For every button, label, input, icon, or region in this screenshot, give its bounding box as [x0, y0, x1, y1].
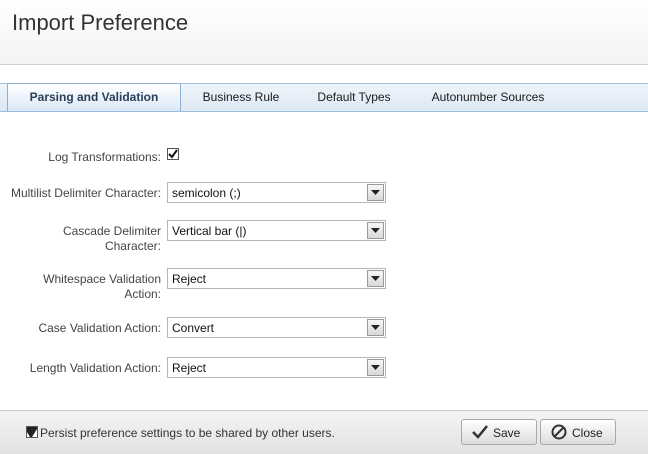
- checkmark-icon: [168, 149, 178, 159]
- close-button-label: Close: [572, 426, 603, 440]
- whitespace-validation-label-line2: Action:: [124, 287, 161, 301]
- whitespace-validation-label: Whitespace Validation Action:: [43, 272, 161, 302]
- dropdown-arrow-icon[interactable]: [367, 184, 384, 201]
- checkmark-icon: [27, 427, 37, 437]
- persist-settings-checkbox[interactable]: [26, 426, 38, 438]
- length-validation-select[interactable]: Reject: [167, 357, 386, 378]
- tab-parsing-and-validation[interactable]: Parsing and Validation: [7, 83, 181, 111]
- dropdown-arrow-icon[interactable]: [367, 222, 384, 239]
- case-validation-select[interactable]: Convert: [167, 317, 386, 338]
- save-button[interactable]: Save: [461, 419, 537, 445]
- cancel-circle-icon: [551, 424, 567, 440]
- cascade-delimiter-label-line2: Character:: [104, 239, 161, 253]
- tab-default-types[interactable]: Default Types: [305, 84, 403, 111]
- log-transformations-label: Log Transformations:: [48, 150, 161, 164]
- cascade-delimiter-value: Vertical bar (|): [172, 224, 247, 238]
- close-button[interactable]: Close: [540, 419, 616, 445]
- dialog-title: Import Preference: [12, 10, 189, 35]
- dropdown-arrow-icon[interactable]: [367, 270, 384, 287]
- length-validation-value: Reject: [172, 361, 207, 375]
- tab-business-rule[interactable]: Business Rule: [190, 84, 292, 111]
- dropdown-arrow-icon[interactable]: [367, 359, 384, 376]
- length-validation-label: Length Validation Action:: [29, 361, 161, 375]
- dialog-footer: Persist preference settings to be shared…: [0, 410, 648, 454]
- cascade-delimiter-select[interactable]: Vertical bar (|): [167, 220, 386, 241]
- dialog-title-bar: Import Preference: [0, 0, 648, 65]
- multilist-delimiter-select[interactable]: semicolon (;): [167, 182, 386, 203]
- dropdown-arrow-icon[interactable]: [367, 319, 384, 336]
- case-validation-value: Convert: [172, 321, 215, 335]
- multilist-delimiter-label: Multilist Delimiter Character:: [10, 186, 161, 200]
- tab-strip: Parsing and Validation Business Rule Def…: [0, 83, 648, 113]
- form-panel: Log Transformations: Multilist Delimiter…: [0, 112, 648, 410]
- save-button-label: Save: [493, 426, 521, 440]
- whitespace-validation-value: Reject: [172, 272, 207, 286]
- whitespace-validation-select[interactable]: Reject: [167, 268, 386, 289]
- multilist-delimiter-value: semicolon (;): [172, 186, 241, 200]
- tab-autonumber-sources[interactable]: Autonumber Sources: [418, 84, 558, 111]
- whitespace-validation-label-line1: Whitespace Validation: [43, 272, 161, 286]
- log-transformations-checkbox[interactable]: [167, 148, 179, 160]
- case-validation-label: Case Validation Action:: [38, 321, 161, 335]
- cascade-delimiter-label: Cascade Delimiter Character:: [63, 224, 161, 254]
- persist-settings-label: Persist preference settings to be shared…: [40, 426, 335, 440]
- cascade-delimiter-label-line1: Cascade Delimiter: [62, 224, 161, 238]
- checkmark-icon: [472, 425, 488, 439]
